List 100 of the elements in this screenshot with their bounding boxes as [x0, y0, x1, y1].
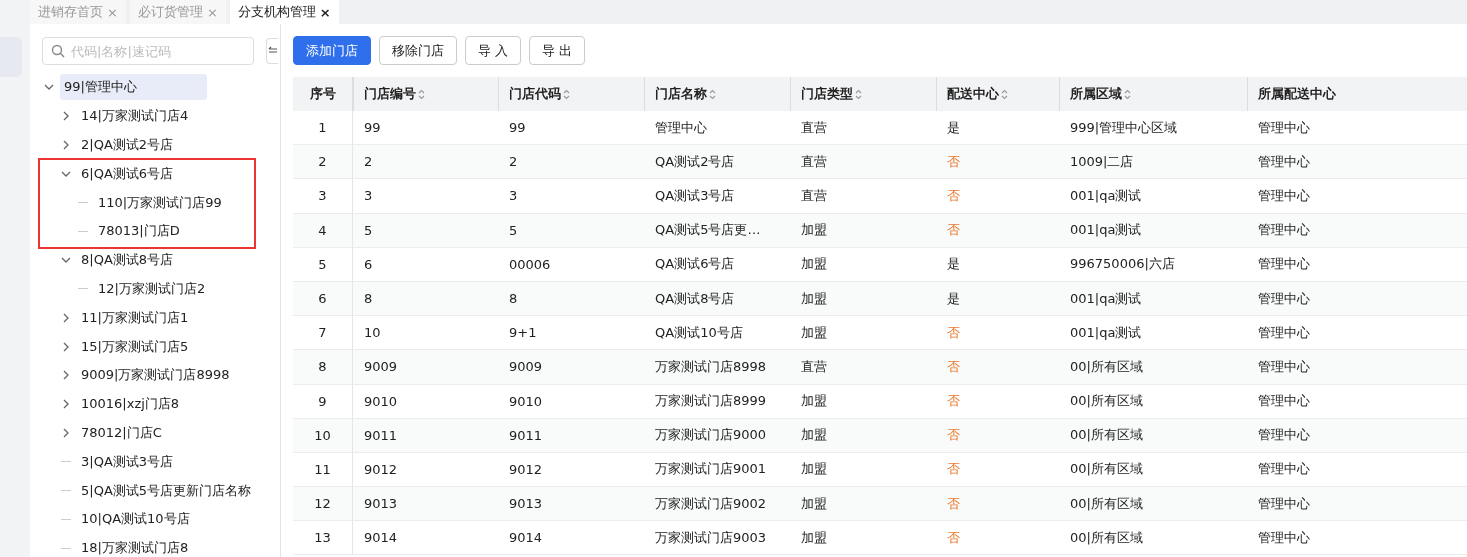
table-cell: 12	[293, 487, 353, 522]
table-cell: 管理中心	[1247, 487, 1467, 522]
column-header: 序号	[293, 77, 353, 111]
table-cell: 是	[936, 247, 1059, 282]
tree-node[interactable]: 10016|xzj门店8	[77, 392, 184, 417]
sort-icon[interactable]	[1001, 88, 1008, 100]
table-cell: QA测试6号店	[644, 247, 790, 282]
tree-node[interactable]: 99|管理中心	[60, 74, 207, 101]
table-cell: 9011	[353, 418, 498, 453]
tree-node[interactable]: 110|万家测试门店99	[94, 190, 226, 215]
table-cell: 否	[936, 487, 1059, 522]
table-cell: 3	[498, 179, 644, 214]
table-cell: 管理中心	[1247, 145, 1467, 180]
table-cell: 00|所有区域	[1059, 350, 1247, 385]
tree-node[interactable]: 8|QA测试8号店	[77, 248, 178, 273]
table-cell: 2	[353, 145, 498, 180]
tree-node[interactable]: 78012|门店C	[77, 420, 166, 445]
table-cell: 00|所有区域	[1059, 384, 1247, 419]
table-cell: 00|所有区域	[1059, 418, 1247, 453]
table-cell: 万家测试门店9000	[644, 418, 790, 453]
table-cell: QA测试8号店	[644, 281, 790, 317]
chevron-right-icon[interactable]	[61, 111, 71, 122]
table-cell: 否	[936, 179, 1059, 214]
table-cell: 管理中心	[1247, 281, 1467, 317]
sort-icon[interactable]	[855, 88, 862, 100]
table-cell: 6	[293, 281, 353, 317]
table-cell: 直营	[790, 179, 936, 214]
tree-node[interactable]: 10|QA测试10号店	[77, 507, 194, 532]
table-cell: 管理中心	[1247, 384, 1467, 419]
tree-node[interactable]: 14|万家测试门店4	[77, 104, 193, 129]
toolbar-button[interactable]: 移除门店	[379, 36, 457, 65]
table-cell: 2	[293, 145, 353, 180]
table-cell: 管理中心	[1247, 179, 1467, 214]
chevron-right-icon[interactable]	[61, 140, 71, 150]
table-cell: 00006	[498, 247, 644, 282]
chevron-right-icon[interactable]	[61, 427, 71, 438]
table-cell: 否	[936, 418, 1059, 453]
table-cell: 直营	[790, 145, 936, 180]
sort-icon[interactable]	[418, 88, 425, 100]
table-cell: 10	[293, 418, 353, 453]
toolbar-button[interactable]: 导 入	[465, 36, 522, 65]
chevron-right-icon[interactable]	[61, 399, 71, 410]
column-header[interactable]: 门店编号	[353, 77, 498, 111]
table-cell: 加盟	[790, 213, 936, 248]
chevron-right-icon[interactable]	[61, 312, 71, 323]
tree-node[interactable]: 6|QA测试6号店	[77, 161, 178, 186]
column-header[interactable]: 门店代码	[498, 77, 644, 111]
chevron-right-icon[interactable]	[61, 370, 71, 381]
table-cell: 9010	[498, 384, 644, 419]
tree-node[interactable]: 5|QA测试5号店更新门店名称	[77, 478, 256, 503]
table-cell: 9010	[353, 384, 498, 419]
tree-node[interactable]: 2|QA测试2号店	[77, 133, 178, 157]
table-cell: 管理中心	[1247, 247, 1467, 282]
table-cell: 加盟	[790, 384, 936, 419]
tree-node[interactable]: 9009|万家测试门店8998	[77, 363, 234, 388]
table-cell: 万家测试门店8999	[644, 384, 790, 419]
chevron-right-icon[interactable]	[61, 341, 71, 352]
table-cell: 001|qa测试	[1059, 213, 1247, 248]
tree-guide-line	[61, 490, 71, 492]
table-cell: 加盟	[790, 418, 936, 453]
tree-guide-line	[61, 461, 71, 463]
table-cell: 万家测试门店9002	[644, 487, 790, 522]
table-cell: 万家测试门店9003	[644, 521, 790, 556]
table-cell: QA测试3号店	[644, 179, 790, 214]
column-header[interactable]: 配送中心	[936, 77, 1059, 111]
tree-node[interactable]: 11|万家测试门店1	[77, 305, 193, 330]
tree-guide-line	[78, 288, 88, 290]
table-cell: 万家测试门店8998	[644, 350, 790, 385]
table-cell: 9	[293, 384, 353, 419]
table-cell: 直营	[790, 350, 936, 385]
table-cell: 8	[293, 350, 353, 385]
tree-node[interactable]: 18|万家测试门店8	[77, 536, 193, 557]
table-cell: 001|qa测试	[1059, 179, 1247, 214]
sort-icon[interactable]	[709, 88, 716, 100]
tree-node[interactable]: 78013|门店D	[94, 219, 184, 244]
tree-guide-line	[61, 547, 71, 549]
search-field[interactable]: 代码|名称|速记码	[42, 37, 254, 65]
table-cell: 管理中心	[1247, 213, 1467, 248]
table-cell: 加盟	[790, 281, 936, 317]
table-cell: 996750006|六店	[1059, 247, 1247, 282]
tree-guide-line	[78, 202, 88, 204]
tree-guide-line	[78, 230, 88, 232]
sort-icon[interactable]	[1124, 88, 1131, 100]
column-header[interactable]: 门店名称	[644, 77, 790, 111]
sort-icon[interactable]	[563, 88, 570, 100]
table-cell: 9014	[498, 521, 644, 556]
table-cell: 管理中心	[1247, 521, 1467, 556]
table-cell: 3	[293, 179, 353, 214]
table-cell: 2	[498, 145, 644, 180]
column-header[interactable]: 所属区域	[1059, 77, 1247, 111]
table-cell: 否	[936, 350, 1059, 385]
tree-node[interactable]: 3|QA测试3号店	[77, 449, 178, 474]
column-header[interactable]: 门店类型	[790, 77, 936, 111]
tree-guide-line	[61, 518, 71, 520]
table-cell: 否	[936, 145, 1059, 180]
toolbar-button[interactable]: 导 出	[529, 36, 586, 65]
tab[interactable]: 分支机构管理 ×	[229, 0, 339, 24]
tree-node[interactable]: 15|万家测试门店5	[77, 334, 193, 359]
toolbar-button[interactable]: 添加门店	[293, 36, 371, 65]
tree-node[interactable]: 12|万家测试门店2	[94, 276, 210, 301]
